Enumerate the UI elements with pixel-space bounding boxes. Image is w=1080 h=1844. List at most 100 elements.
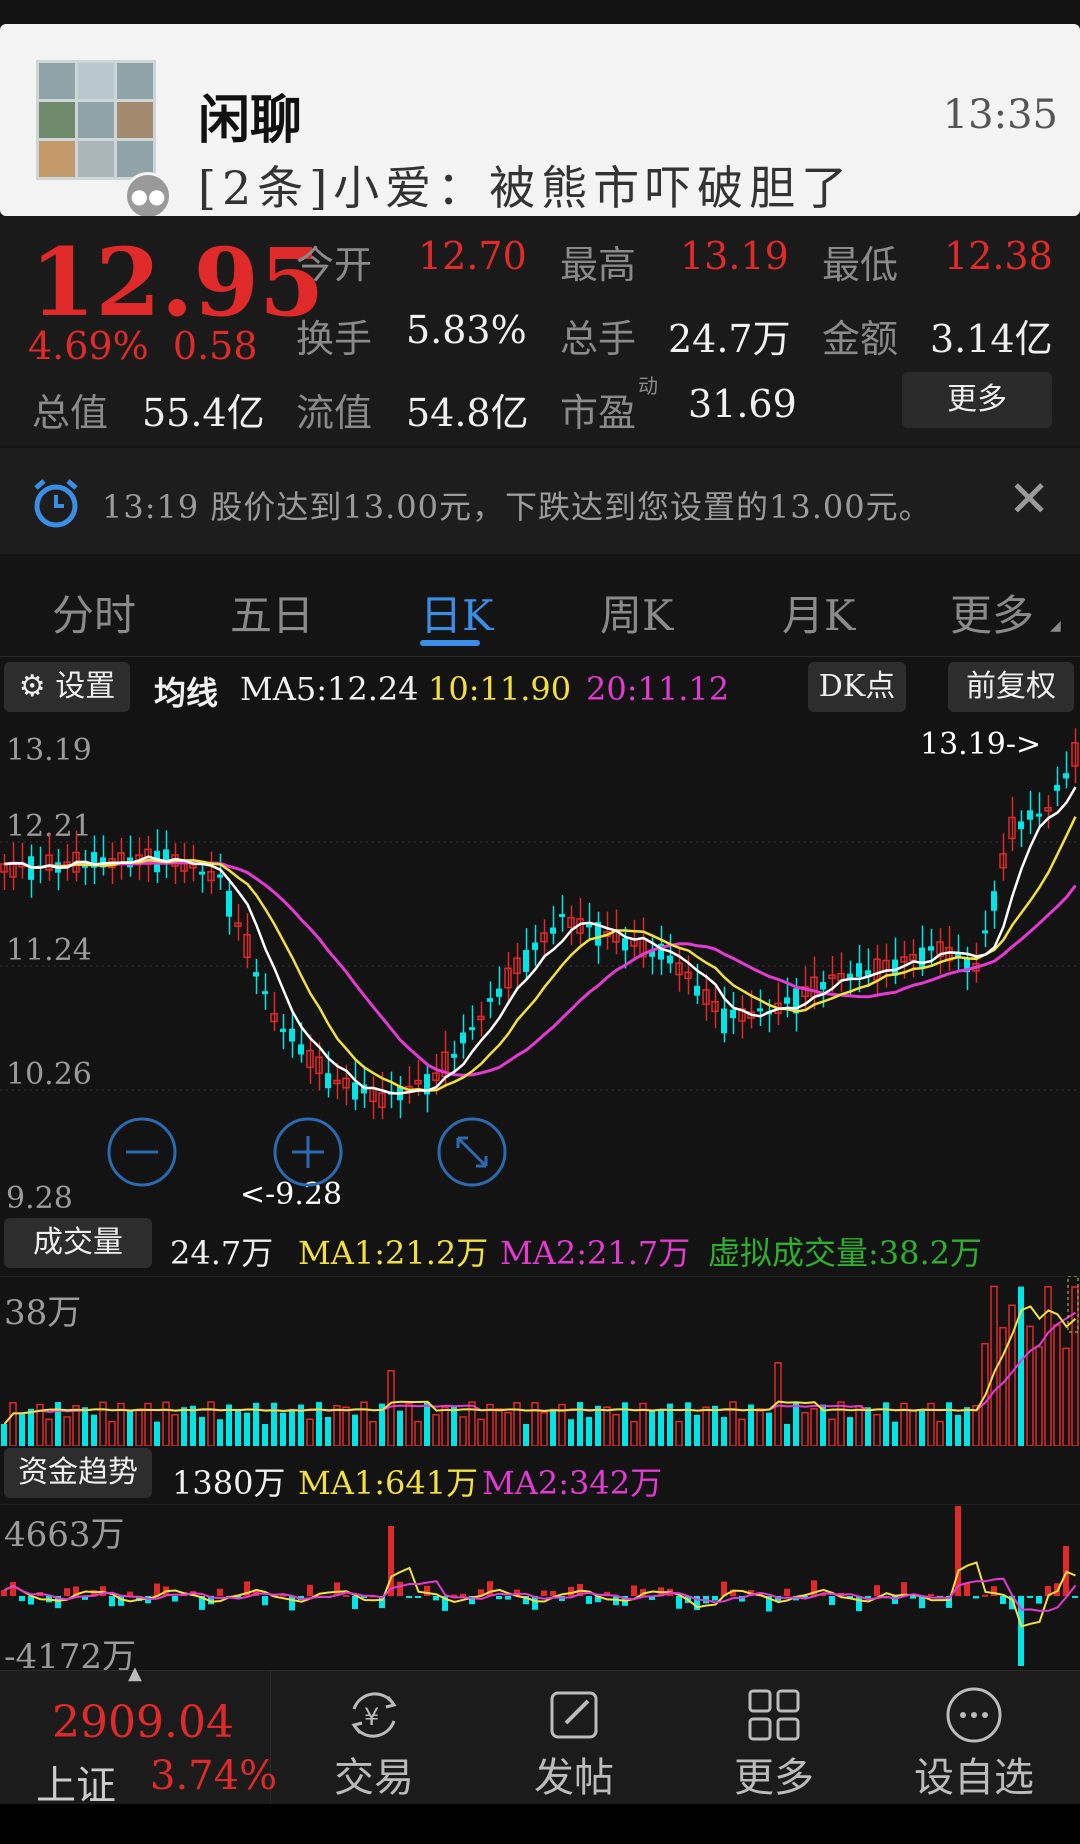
trade-button[interactable]: ¥ 交易: [274, 1671, 474, 1805]
volume-bar: [612, 1413, 620, 1446]
volume-bar: [675, 1420, 683, 1446]
fund-bar: [19, 1596, 25, 1602]
volume-ma2: MA2:21.7万: [500, 1234, 691, 1272]
fund-bar: [550, 1590, 556, 1596]
tab-more[interactable]: 更多: [950, 582, 1034, 643]
fund-bar: [964, 1582, 970, 1596]
fund-y-top: 4663万: [4, 1515, 125, 1555]
volume-bar: [964, 1407, 970, 1446]
volume-value: 24.7万: [170, 1234, 274, 1272]
value-float-value: 54.8亿: [406, 391, 529, 435]
candle-body: [523, 950, 529, 972]
group-avatar: [36, 60, 156, 180]
more-quote-button[interactable]: 更多: [902, 372, 1052, 428]
settings-button[interactable]: ⚙ 设置: [4, 662, 130, 712]
volume-indicator-button[interactable]: 成交量: [4, 1218, 152, 1268]
more-label: 更多: [734, 1755, 814, 1801]
more-dots-icon: [874, 1683, 1074, 1745]
candle-body: [694, 985, 700, 996]
volume-chart[interactable]: 38万: [0, 1276, 1080, 1446]
volume-bar: [873, 1413, 881, 1446]
candles-group: [0, 728, 1079, 1120]
tab-intraday[interactable]: 分时: [52, 582, 136, 643]
volume-bar: [397, 1410, 403, 1446]
candle-body: [1054, 784, 1060, 791]
volume-bar: [1071, 1286, 1079, 1446]
label-total-value: 总值: [32, 391, 109, 435]
active-tab-indicator: [420, 640, 480, 646]
fund-bar: [928, 1593, 934, 1596]
add-watchlist-button[interactable]: 设自选: [874, 1671, 1074, 1805]
volume-bar: [847, 1417, 853, 1446]
candle-body: [217, 874, 223, 878]
fund-bar: [991, 1586, 997, 1596]
fund-bar: [829, 1596, 835, 1606]
fund-bar: [586, 1596, 592, 1604]
candle-body: [820, 982, 826, 990]
fund-bar: [1072, 1596, 1078, 1598]
volume-bar: [190, 1405, 196, 1446]
candle-body: [721, 1008, 727, 1034]
add-watchlist-label: 设自选: [914, 1755, 1034, 1801]
zoom-in-icon[interactable]: [273, 1117, 343, 1187]
volume-bar: [810, 1408, 818, 1446]
zoom-out-icon[interactable]: [107, 1117, 177, 1187]
volume-y-top: 38万: [4, 1293, 81, 1333]
fund-bar: [172, 1596, 178, 1602]
value-pe: 31.69: [688, 382, 797, 426]
volume-bar: [405, 1402, 413, 1446]
ma-title: 均线: [154, 674, 219, 712]
fund-trend-chart[interactable]: 4663万 -4172万: [0, 1504, 1080, 1670]
candle-body: [856, 963, 862, 977]
more-button[interactable]: 更多: [674, 1671, 874, 1805]
fullscreen-icon[interactable]: [437, 1117, 507, 1187]
low-marker: <-9.28: [240, 1177, 342, 1212]
volume-bar: [540, 1411, 548, 1446]
fund-bar: [397, 1581, 403, 1596]
volume-bar: [568, 1419, 574, 1446]
volume-bar: [649, 1410, 655, 1446]
tab-monthly-k[interactable]: 月K: [782, 582, 855, 643]
fund-trend-button[interactable]: 资金趋势: [4, 1448, 152, 1498]
volume-bar: [235, 1408, 241, 1446]
fund-bar: [289, 1596, 295, 1611]
price-alert-bar: 13:19 股价达到13.00元，下跌达到您设置的13.00元。 ✕: [0, 448, 1080, 554]
fund-bar: [64, 1588, 70, 1596]
fund-bar: [1000, 1596, 1006, 1605]
volume-bar: [766, 1412, 772, 1446]
close-icon[interactable]: ✕: [1008, 470, 1050, 528]
index-name: 上证: [36, 1763, 116, 1809]
volume-bar: [756, 1408, 764, 1446]
index-ticker[interactable]: ▲ 2909.04 上证 3.74%: [0, 1663, 277, 1809]
tab-five-day[interactable]: 五日: [230, 582, 314, 643]
volume-bar: [154, 1421, 160, 1446]
volume-bar: [459, 1416, 467, 1446]
tab-daily-k[interactable]: 日K: [420, 582, 493, 643]
volume-bar: [63, 1416, 71, 1446]
volume-bar: [828, 1418, 836, 1446]
volume-bar: [865, 1407, 871, 1446]
kline-chart[interactable]: 13.19 12.21 11.24 10.26 9.28 13.19-> <-9…: [0, 718, 1080, 1218]
label-open: 今开: [296, 243, 373, 287]
volume-bar: [909, 1409, 917, 1446]
value-open: 12.70: [418, 234, 527, 278]
candle-body: [991, 891, 997, 911]
fund-bar: [1027, 1596, 1033, 1598]
yen-cycle-icon: ¥: [274, 1683, 474, 1745]
fund-bar: [1, 1590, 7, 1596]
notification-banner[interactable]: ●● 闲聊 [2条]小爱：被熊市吓破胆了 13:35: [0, 24, 1080, 220]
candle-body: [451, 1053, 457, 1058]
alarm-clock-icon: [34, 479, 78, 528]
fund-bar: [712, 1596, 718, 1601]
fund-bar: [343, 1594, 349, 1597]
tab-weekly-k[interactable]: 周K: [600, 582, 673, 643]
post-button[interactable]: 发帖: [474, 1671, 674, 1805]
volume-bar: [262, 1423, 268, 1446]
volume-bar: [135, 1409, 143, 1446]
volume-bar: [550, 1408, 556, 1446]
system-nav-bar: [0, 1804, 1080, 1844]
volume-bar: [306, 1418, 314, 1446]
fq-adjust-button[interactable]: 前复权: [948, 662, 1074, 712]
change-amount: 0.58: [172, 324, 258, 368]
dk-point-button[interactable]: DK点: [808, 662, 906, 712]
